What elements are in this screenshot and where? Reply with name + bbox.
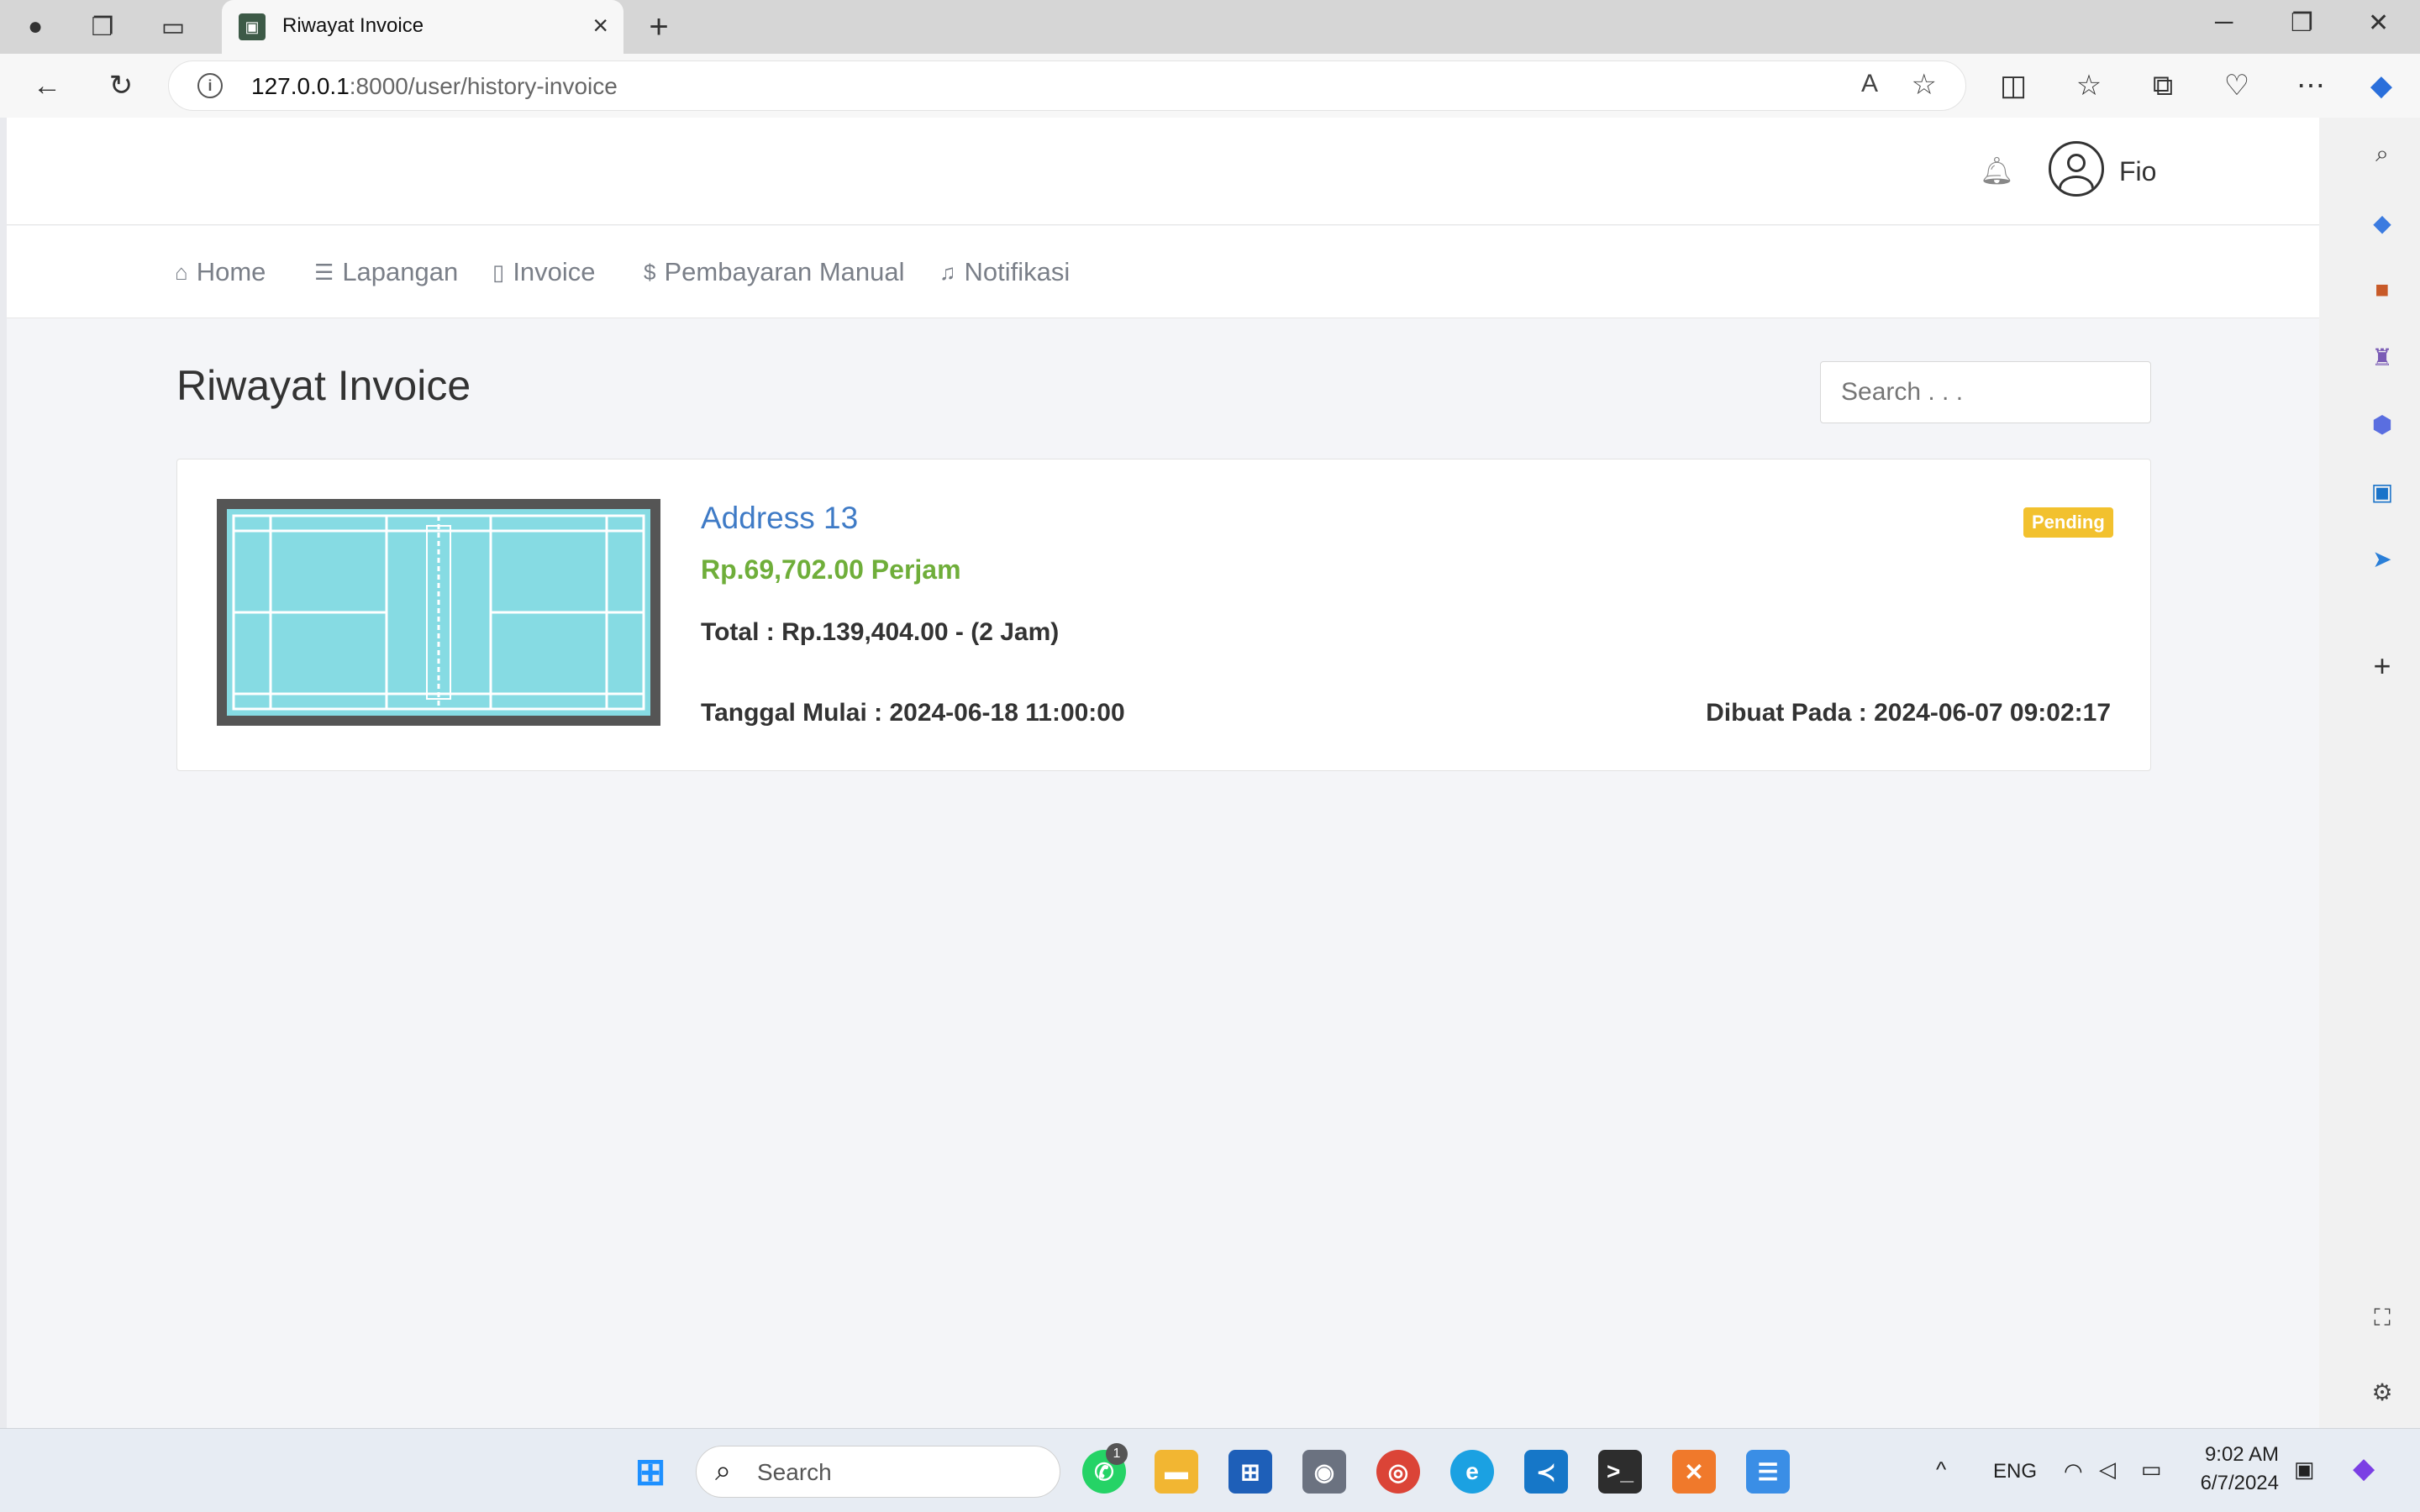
microsoft365-icon[interactable]: ⬢ [2363, 405, 2402, 444]
window-close-icon[interactable]: ✕ [2368, 8, 2389, 38]
status-badge: Pending [2023, 507, 2113, 538]
court-image [217, 499, 660, 726]
tab-actions-icon[interactable]: ▭ [156, 10, 190, 44]
battery-icon[interactable]: ▭ [2141, 1457, 2162, 1483]
outlook-icon[interactable]: ▣ [2363, 472, 2402, 511]
language-indicator[interactable]: ENG [1993, 1460, 2037, 1483]
camera-icon[interactable]: ◉ [1302, 1450, 1346, 1494]
page-title: Riwayat Invoice [176, 362, 471, 409]
shopping-tag-icon[interactable]: ◆ [2363, 203, 2402, 242]
clock-time[interactable]: 9:02 AM [2203, 1443, 2279, 1467]
menu-item-notifikasi[interactable]: ♫ Notifikasi [939, 257, 1070, 287]
send-icon[interactable]: ➤ [2363, 539, 2402, 578]
refresh-icon[interactable]: ↻ [101, 66, 141, 106]
terminal-icon[interactable]: >_ [1598, 1450, 1642, 1494]
site-info-icon[interactable]: i [197, 73, 223, 98]
username-label[interactable]: Fio [2119, 156, 2156, 187]
invoice-created-date: Dibuat Pada : 2024-06-07 09:02:17 [1706, 699, 2111, 727]
collections-icon[interactable]: ⧉ [2143, 66, 2183, 106]
windows-taskbar [0, 1428, 2420, 1512]
workspaces-icon[interactable]: ❐ [86, 10, 119, 44]
menu-item-home[interactable]: ⌂ Home [175, 257, 266, 287]
notification-center-icon[interactable]: ▣ [2294, 1457, 2315, 1483]
file-explorer-icon[interactable]: ▬ [1155, 1450, 1198, 1494]
inbox-icon: ⌂ [175, 259, 188, 285]
tab-close-icon[interactable]: × [592, 10, 608, 41]
user-avatar[interactable] [2049, 141, 2104, 197]
clipboard-icon: ▯ [492, 259, 505, 285]
search-icon: ⌕ [715, 1455, 732, 1487]
tab-favicon-icon: ▣ [239, 13, 266, 40]
edge-sidebar [2326, 118, 2420, 1428]
minimize-icon[interactable]: ─ [2215, 8, 2233, 37]
notification-bell-icon[interactable]: 🔔︎ [1980, 155, 2014, 186]
microsoft-store-icon[interactable]: ⊞ [1228, 1450, 1272, 1494]
invoice-total: Total : Rp.139,404.00 - (2 Jam) [701, 618, 1060, 646]
dollar-icon: $ [644, 259, 656, 285]
screenshot-icon[interactable]: ⛶ [2363, 1299, 2402, 1337]
read-aloud-icon[interactable]: A [1861, 70, 1878, 98]
split-screen-icon[interactable]: ◫ [1993, 66, 2033, 106]
browser-essentials-icon[interactable]: ♡ [2217, 66, 2257, 106]
sidebar-settings-icon[interactable]: ⚙ [2363, 1373, 2402, 1411]
sidebar-search-icon[interactable]: ⌕ [2363, 134, 2402, 173]
restore-icon[interactable]: ❐ [2291, 8, 2313, 38]
games-icon[interactable]: ♜ [2363, 338, 2402, 376]
edge-icon[interactable]: e [1450, 1450, 1494, 1494]
copilot-taskbar-icon[interactable]: ◆ [2353, 1452, 2375, 1485]
profile-icon[interactable]: ● [18, 10, 52, 44]
add-sidebar-app-icon[interactable]: + [2363, 647, 2402, 685]
tray-chevron-icon[interactable]: ^ [1936, 1457, 1946, 1483]
page-scrollbar[interactable] [2319, 118, 2326, 1428]
more-menu-icon[interactable]: ⋯ [2291, 66, 2331, 106]
invoice-start-date: Tanggal Mulai : 2024-06-18 11:00:00 [701, 699, 1125, 727]
menu-item-pembayaran-manual[interactable]: $ Pembayaran Manual [644, 257, 905, 287]
wifi-icon[interactable]: ◠ [2064, 1458, 2083, 1484]
favorite-star-icon[interactable]: ☆ [1912, 68, 1937, 102]
vscode-icon[interactable]: ≺ [1524, 1450, 1568, 1494]
new-tab-icon[interactable]: + [642, 8, 676, 45]
search-input[interactable] [1820, 361, 2151, 423]
favorites-icon[interactable]: ☆ [2069, 66, 2109, 106]
invoice-title-link[interactable]: Address 13 [701, 501, 858, 536]
bell-icon: ♫ [939, 259, 956, 285]
tab-title: Riwayat Invoice [282, 14, 424, 37]
menu-item-invoice[interactable]: ▯ Invoice [492, 257, 596, 287]
tools-briefcase-icon[interactable]: ■ [2363, 270, 2402, 309]
menu-item-lapangan[interactable]: ☰ Lapangan [314, 257, 458, 287]
copilot-icon[interactable]: ◆ [2361, 66, 2402, 106]
clock-date[interactable]: 6/7/2024 [2195, 1472, 2279, 1495]
windows-start-icon[interactable]: ⊞ [629, 1450, 672, 1494]
app-header [7, 118, 2319, 225]
chrome-icon[interactable]: ◎ [1376, 1450, 1420, 1494]
address-bar[interactable]: i 127.0.0.1:8000/user/history-invoice A … [168, 60, 1966, 111]
whatsapp-badge: 1 [1106, 1443, 1128, 1465]
invoice-price: Rp.69,702.00 Perjam [701, 554, 961, 585]
notepad-icon[interactable]: ☰ [1746, 1450, 1790, 1494]
browser-title-bar: ● ❐ ▭ ▣ Riwayat Invoice × + ─ ❐ ✕ [0, 0, 2420, 54]
volume-icon[interactable]: ◁ [2099, 1457, 2116, 1483]
taskbar-search[interactable]: ⌕ Search [696, 1446, 1060, 1498]
xampp-icon[interactable]: ✕ [1672, 1450, 1716, 1494]
back-arrow-icon[interactable]: ← [27, 66, 67, 106]
list-icon: ☰ [314, 259, 334, 285]
url-text[interactable]: 127.0.0.1:8000/user/history-invoice [251, 73, 618, 100]
browser-tab[interactable]: ▣ Riwayat Invoice × [222, 0, 623, 54]
